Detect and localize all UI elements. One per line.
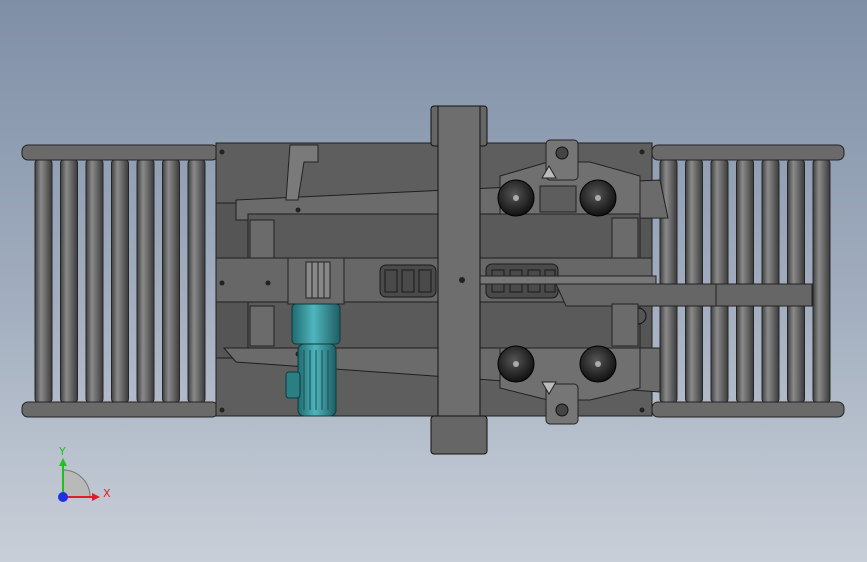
right-top-rail xyxy=(651,144,845,161)
left-roller-conveyor[interactable] xyxy=(21,144,219,418)
right-roller xyxy=(812,159,831,403)
left-roller xyxy=(85,159,104,403)
triad-y-arrow-icon xyxy=(59,458,67,466)
right-roller xyxy=(710,159,729,403)
right-roller xyxy=(787,159,805,403)
top-left-wheel-hub xyxy=(513,195,519,201)
coordinate-triad: X Y xyxy=(58,445,111,502)
top-clamp-hole xyxy=(555,146,569,160)
left-bottom-rail xyxy=(21,401,219,418)
push-arm xyxy=(555,283,717,307)
left-roller xyxy=(34,159,53,403)
right-bottom-rail xyxy=(651,401,845,418)
mid-post-lower xyxy=(611,303,639,347)
top-right-wheel-hub xyxy=(595,195,601,201)
top-wheel-arm xyxy=(539,185,577,213)
center-cross-beam[interactable] xyxy=(430,105,488,455)
bottom-clamp-hole xyxy=(555,403,569,417)
left-roller xyxy=(60,159,78,403)
triad-z-axis xyxy=(58,492,68,502)
bottom-left-wheel-hub xyxy=(513,361,519,367)
gearmotor[interactable] xyxy=(285,257,345,417)
left-post-upper xyxy=(249,219,275,259)
cad-graphics-area[interactable]: X Y xyxy=(0,0,867,562)
left-roller xyxy=(162,159,180,403)
left-roller xyxy=(111,159,129,403)
right-roller xyxy=(761,159,780,403)
left-roller xyxy=(136,159,155,403)
beam-bottom-cap xyxy=(430,415,488,455)
triad-x-arrow-icon xyxy=(92,493,100,501)
left-post-lower xyxy=(249,305,275,347)
terminal-box xyxy=(285,371,301,399)
bottom-right-wheel-hub xyxy=(595,361,601,367)
right-roller xyxy=(685,159,703,403)
right-roller-conveyor[interactable] xyxy=(651,144,845,418)
left-top-rail xyxy=(21,144,219,161)
triad-xy-quadrant xyxy=(62,469,91,498)
right-roller xyxy=(736,159,754,403)
mid-post-upper xyxy=(611,217,639,259)
right-rollers xyxy=(659,159,831,403)
gearbox xyxy=(291,303,341,345)
triad-x-label: X xyxy=(103,487,111,500)
beam-pivot-bolt xyxy=(459,277,465,283)
triad-y-label: Y xyxy=(58,445,66,458)
left-rollers xyxy=(34,159,206,403)
left-roller xyxy=(187,159,206,403)
motor-coupling xyxy=(305,261,331,299)
